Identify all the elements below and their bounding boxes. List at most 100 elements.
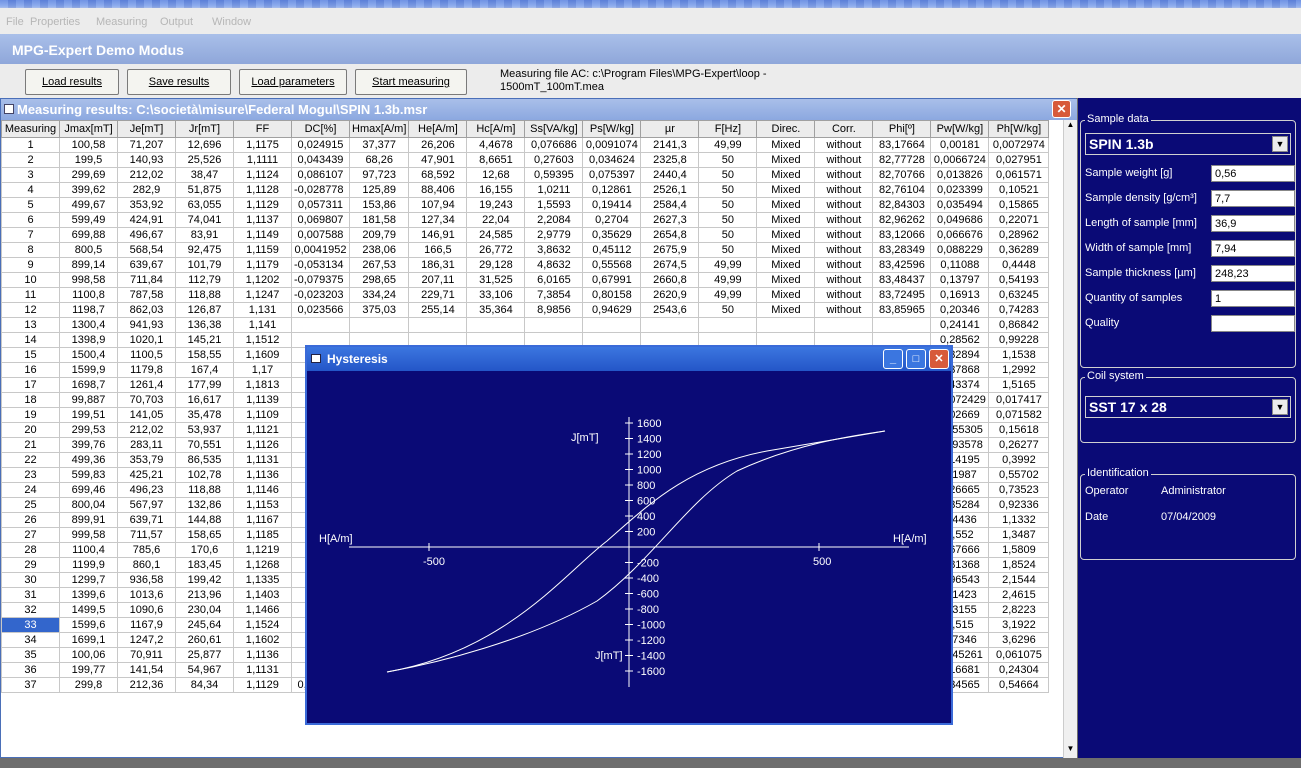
table-cell[interactable]: 1,1247 xyxy=(233,287,292,303)
table-cell[interactable]: 6,0165 xyxy=(524,272,584,288)
sample-field-input[interactable]: 0,56 xyxy=(1211,165,1295,182)
table-cell[interactable]: 5 xyxy=(1,197,60,213)
table-cell[interactable]: 0,54664 xyxy=(988,677,1050,693)
table-cell[interactable]: 107,94 xyxy=(408,197,468,213)
table-cell[interactable]: 118,88 xyxy=(175,482,234,498)
table-row[interactable]: 12 1198,7 862,03 126,87 1,131 0,023566 375,03 2… xyxy=(1,302,1050,318)
table-cell[interactable]: 568,54 xyxy=(117,242,176,258)
table-cell[interactable]: 1100,4 xyxy=(59,542,118,558)
table-cell[interactable]: 0,061075 xyxy=(988,647,1050,663)
table-cell[interactable]: 132,86 xyxy=(175,497,234,513)
column-header[interactable]: Hmax[A/m] xyxy=(348,120,410,138)
table-row[interactable]: 6 599,49 424,91 74,041 1,1137 0,069807 181,58 1… xyxy=(1,212,1050,228)
table-cell[interactable]: without xyxy=(814,287,874,303)
table-cell[interactable]: 2654,8 xyxy=(640,227,700,243)
table-cell[interactable]: without xyxy=(814,257,874,273)
table-cell[interactable]: without xyxy=(814,137,874,153)
chevron-down-icon[interactable]: ▼ xyxy=(1272,136,1288,152)
table-cell[interactable]: 499,36 xyxy=(59,452,118,468)
table-cell[interactable]: 146,91 xyxy=(408,227,468,243)
table-cell[interactable]: 1100,5 xyxy=(117,347,176,363)
chevron-down-icon[interactable]: ▼ xyxy=(1272,399,1288,415)
table-cell[interactable]: 1,1136 xyxy=(233,467,292,483)
table-cell[interactable]: 0,16913 xyxy=(930,287,990,303)
table-cell[interactable]: 2,2084 xyxy=(524,212,584,228)
table-cell[interactable]: 70,703 xyxy=(117,392,176,408)
table-cell[interactable]: 299,53 xyxy=(59,422,118,438)
table-cell[interactable]: 2675,9 xyxy=(640,242,700,258)
table-cell[interactable]: without xyxy=(814,182,874,198)
table-cell[interactable]: 1013,6 xyxy=(117,587,176,603)
table-cell[interactable]: 0,076686 xyxy=(524,137,584,153)
sample-field-input[interactable]: 7,7 xyxy=(1211,190,1295,207)
table-cell[interactable]: 74,041 xyxy=(175,212,234,228)
table-cell[interactable]: 2674,5 xyxy=(640,257,700,273)
table-cell[interactable] xyxy=(814,317,874,333)
table-cell[interactable]: without xyxy=(814,212,874,228)
table-cell[interactable]: 567,97 xyxy=(117,497,176,513)
table-cell[interactable]: 2,4615 xyxy=(988,587,1050,603)
load-results-button[interactable]: Load results xyxy=(25,69,119,95)
menu-window[interactable]: Window xyxy=(212,16,251,28)
table-cell[interactable]: 199,5 xyxy=(59,152,118,168)
table-cell[interactable]: 0,043439 xyxy=(291,152,350,168)
table-cell[interactable]: 699,88 xyxy=(59,227,118,243)
sample-field-input[interactable] xyxy=(1211,315,1295,332)
table-cell[interactable]: 28 xyxy=(1,542,60,558)
table-cell[interactable]: 0,26277 xyxy=(988,437,1050,453)
table-cell[interactable]: 1,1335 xyxy=(233,572,292,588)
table-cell[interactable]: 298,65 xyxy=(348,272,410,288)
table-cell[interactable]: 499,67 xyxy=(59,197,118,213)
table-cell[interactable]: 1,1121 xyxy=(233,422,292,438)
table-cell[interactable]: 1,1126 xyxy=(233,437,292,453)
table-cell[interactable]: 0,45112 xyxy=(582,242,642,258)
table-cell[interactable]: 24,585 xyxy=(466,227,526,243)
table-cell[interactable]: 1,1129 xyxy=(233,197,292,213)
table-cell[interactable]: 38,47 xyxy=(175,167,234,183)
table-cell[interactable]: 0,67991 xyxy=(582,272,642,288)
table-cell[interactable]: 12 xyxy=(1,302,60,318)
table-cell[interactable]: 136,38 xyxy=(175,317,234,333)
table-cell[interactable]: 144,88 xyxy=(175,512,234,528)
table-row[interactable]: 5 499,67 353,92 63,055 1,1129 0,057311 153,86 1… xyxy=(1,197,1050,213)
table-cell[interactable]: 2 xyxy=(1,152,60,168)
table-cell[interactable]: 49,99 xyxy=(698,272,758,288)
table-cell[interactable]: -0,079375 xyxy=(291,272,350,288)
table-cell[interactable]: 14 xyxy=(1,332,60,348)
table-cell[interactable]: 84,34 xyxy=(175,677,234,693)
table-row[interactable]: 13 1300,4 941,93 136,38 1,141 0,24141 0,86842 xyxy=(1,317,1050,333)
sample-field-input[interactable]: 248,23 xyxy=(1211,265,1295,282)
table-cell[interactable]: 998,58 xyxy=(59,272,118,288)
table-cell[interactable]: 0,13797 xyxy=(930,272,990,288)
table-cell[interactable]: 1,1109 xyxy=(233,407,292,423)
table-row[interactable]: 2 199,5 140,93 25,526 1,1111 0,043439 68,26 47,… xyxy=(1,152,1050,168)
table-row[interactable]: 9 899,14 639,67 101,79 1,1179 -0,053134 267,53… xyxy=(1,257,1050,273)
table-cell[interactable]: 1,141 xyxy=(233,317,292,333)
table-cell[interactable]: 83,28349 xyxy=(872,242,932,258)
table-cell[interactable]: 170,6 xyxy=(175,542,234,558)
table-cell[interactable]: 199,51 xyxy=(59,407,118,423)
table-cell[interactable]: 31,525 xyxy=(466,272,526,288)
results-titlebar[interactable]: Measuring results: C:\società\misure\Fed… xyxy=(1,99,1077,120)
table-cell[interactable]: 3,1922 xyxy=(988,617,1050,633)
table-cell[interactable]: 639,67 xyxy=(117,257,176,273)
table-cell[interactable]: 1 xyxy=(1,137,60,153)
table-cell[interactable]: 899,91 xyxy=(59,512,118,528)
table-cell[interactable]: 11 xyxy=(1,287,60,303)
table-cell[interactable]: Mixed xyxy=(756,182,816,198)
table-cell[interactable]: Mixed xyxy=(756,287,816,303)
table-cell[interactable]: 17 xyxy=(1,377,60,393)
table-cell[interactable] xyxy=(348,317,410,333)
column-header[interactable]: Measuring xyxy=(1,120,60,138)
table-cell[interactable]: 141,05 xyxy=(117,407,176,423)
table-cell[interactable]: 153,86 xyxy=(348,197,410,213)
column-header[interactable]: Phi[º] xyxy=(872,120,932,138)
table-cell[interactable]: 0,00181 xyxy=(930,137,990,153)
table-cell[interactable]: 0,034624 xyxy=(582,152,642,168)
table-cell[interactable]: 4 xyxy=(1,182,60,198)
table-cell[interactable]: 283,11 xyxy=(117,437,176,453)
table-cell[interactable] xyxy=(698,317,758,333)
table-cell[interactable]: 1,1139 xyxy=(233,392,292,408)
table-cell[interactable]: 0,0072974 xyxy=(988,137,1050,153)
table-cell[interactable]: 50 xyxy=(698,302,758,318)
